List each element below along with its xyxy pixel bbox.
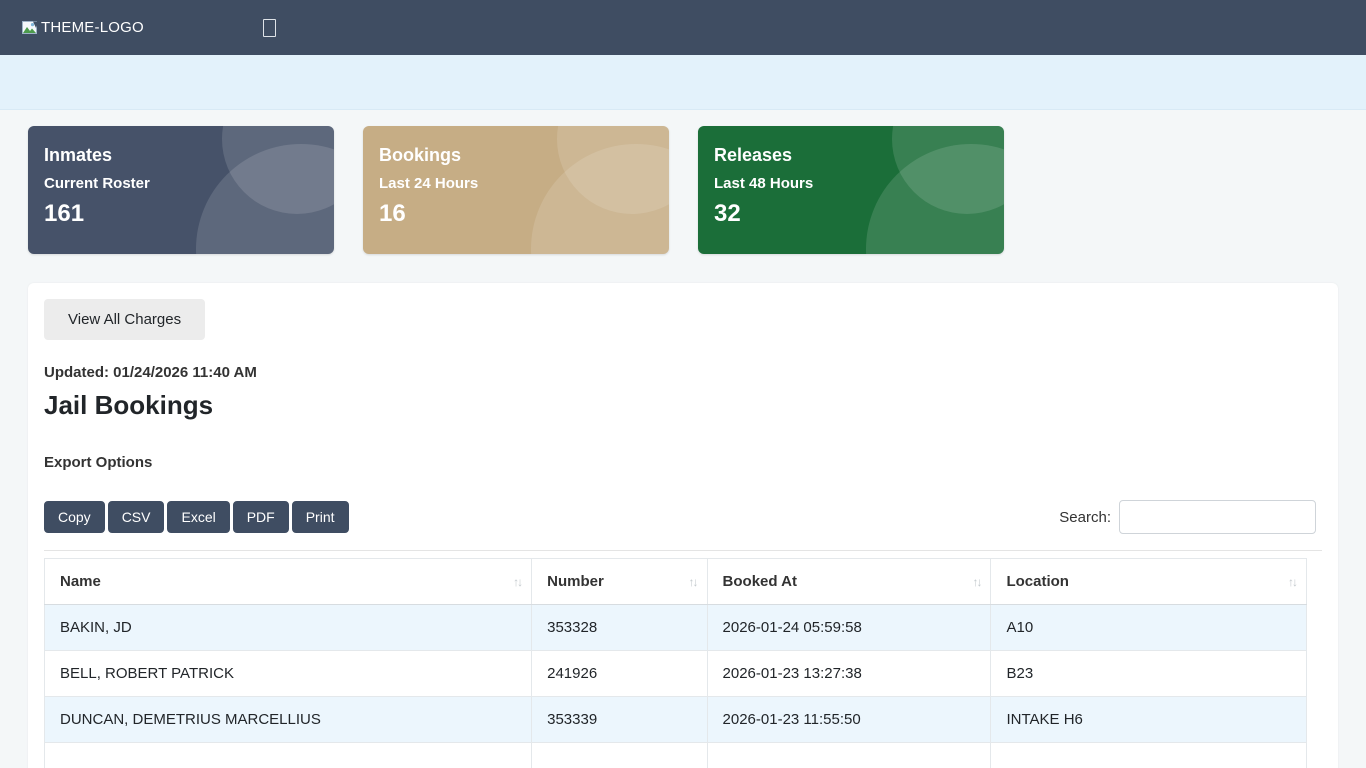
bookings-table-wrap: Name ↑↓ Number ↑↓ Booked At ↑↓ Location …	[44, 550, 1322, 768]
cell-number: 353339	[532, 697, 707, 743]
cell-number: 241926	[532, 651, 707, 697]
excel-button[interactable]: Excel	[167, 501, 229, 533]
export-options-label: Export Options	[44, 454, 1322, 471]
csv-button[interactable]: CSV	[108, 501, 165, 533]
table-row: BELL, ROBERT PATRICK 241926 2026-01-23 1…	[45, 651, 1307, 697]
column-header-name[interactable]: Name ↑↓	[45, 559, 532, 605]
cell-number	[532, 743, 707, 768]
search-label: Search:	[1059, 509, 1111, 526]
sort-icon: ↑↓	[1288, 575, 1296, 589]
table-search: Search:	[1059, 500, 1316, 534]
broken-image-icon	[22, 21, 39, 35]
brand-logo[interactable]: THEME-LOGO	[22, 19, 144, 36]
bookings-panel: View All Charges Updated: 01/24/2026 11:…	[28, 283, 1338, 768]
hero-band	[0, 55, 1366, 110]
stat-value: 32	[714, 200, 988, 228]
cell-name	[45, 743, 532, 768]
search-input[interactable]	[1119, 500, 1316, 534]
cell-booked-at: 2026-01-24 05:59:58	[707, 605, 991, 651]
cell-name: DUNCAN, DEMETRIUS MARCELLIUS	[45, 697, 532, 743]
column-header-location[interactable]: Location ↑↓	[991, 559, 1307, 605]
bookings-table: Name ↑↓ Number ↑↓ Booked At ↑↓ Location …	[44, 558, 1307, 768]
stat-card-bookings: Bookings Last 24 Hours 16	[363, 126, 669, 254]
page-title: Jail Bookings	[44, 390, 1322, 421]
pdf-button[interactable]: PDF	[233, 501, 289, 533]
menu-toggle-icon[interactable]	[263, 19, 276, 37]
sort-icon: ↑↓	[689, 575, 697, 589]
brand-logo-text: THEME-LOGO	[41, 19, 144, 36]
stat-value: 161	[44, 200, 318, 228]
stat-card-inmates: Inmates Current Roster 161	[28, 126, 334, 254]
stat-card-releases: Releases Last 48 Hours 32	[698, 126, 1004, 254]
sort-icon: ↑↓	[513, 575, 521, 589]
cell-booked-at	[707, 743, 991, 768]
export-button-group: Copy CSV Excel PDF Print	[44, 501, 349, 533]
copy-button[interactable]: Copy	[44, 501, 105, 533]
cell-booked-at: 2026-01-23 11:55:50	[707, 697, 991, 743]
stat-value: 16	[379, 200, 653, 228]
table-row	[45, 743, 1307, 768]
cell-number: 353328	[532, 605, 707, 651]
cell-location: B23	[991, 651, 1307, 697]
table-row: DUNCAN, DEMETRIUS MARCELLIUS 353339 2026…	[45, 697, 1307, 743]
cell-location	[991, 743, 1307, 768]
sort-icon: ↑↓	[972, 575, 980, 589]
cell-name: BELL, ROBERT PATRICK	[45, 651, 532, 697]
stat-title: Releases	[714, 145, 988, 166]
cell-name: BAKIN, JD	[45, 605, 532, 651]
column-header-label: Number	[547, 573, 604, 590]
cell-location: INTAKE H6	[991, 697, 1307, 743]
stat-subtitle: Last 48 Hours	[714, 175, 988, 192]
column-header-label: Booked At	[723, 573, 797, 590]
stat-subtitle: Current Roster	[44, 175, 318, 192]
column-header-label: Name	[60, 573, 101, 590]
print-button[interactable]: Print	[292, 501, 349, 533]
column-header-label: Location	[1006, 573, 1069, 590]
top-navbar: THEME-LOGO	[0, 0, 1366, 55]
cell-location: A10	[991, 605, 1307, 651]
updated-timestamp: Updated: 01/24/2026 11:40 AM	[44, 364, 1322, 381]
table-row: BAKIN, JD 353328 2026-01-24 05:59:58 A10	[45, 605, 1307, 651]
stat-subtitle: Last 24 Hours	[379, 175, 653, 192]
table-toolbar: Copy CSV Excel PDF Print Search:	[44, 500, 1322, 534]
stat-title: Bookings	[379, 145, 653, 166]
cell-booked-at: 2026-01-23 13:27:38	[707, 651, 991, 697]
table-header-row: Name ↑↓ Number ↑↓ Booked At ↑↓ Location …	[45, 559, 1307, 605]
stats-row: Inmates Current Roster 161 Bookings Last…	[0, 110, 1366, 254]
stat-title: Inmates	[44, 145, 318, 166]
column-header-booked-at[interactable]: Booked At ↑↓	[707, 559, 991, 605]
view-all-charges-button[interactable]: View All Charges	[44, 299, 205, 340]
column-header-number[interactable]: Number ↑↓	[532, 559, 707, 605]
